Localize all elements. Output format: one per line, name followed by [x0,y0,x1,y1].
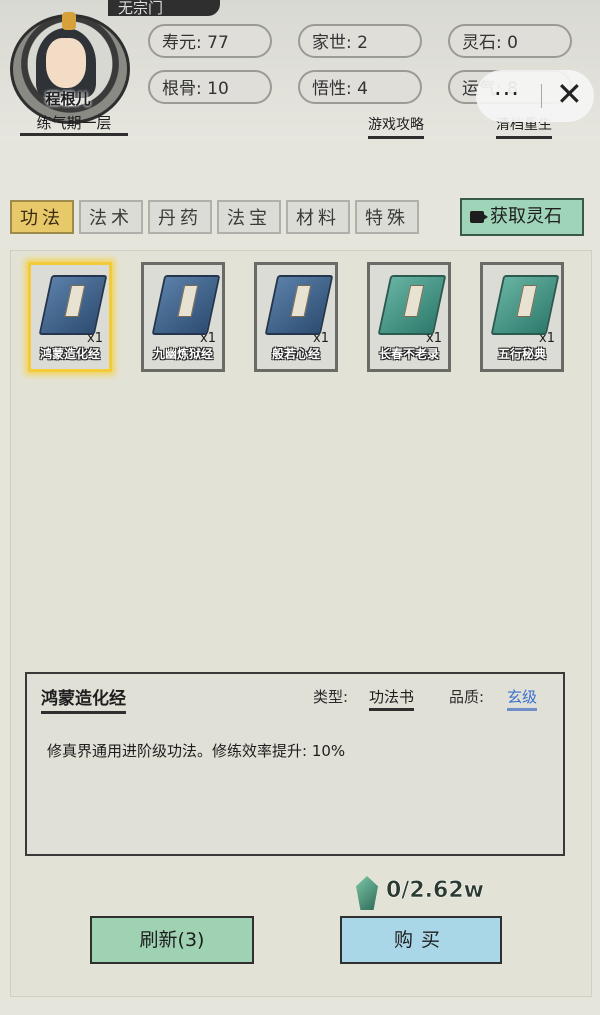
quality-value: 玄级 [507,686,538,711]
book-cover-label [516,285,538,317]
book-cover-label [290,285,312,317]
get-spirit-stone-label: 获取灵石 [490,206,562,227]
book-cover-label [403,285,425,317]
type-label: 类型: [313,688,349,706]
game-guide-link[interactable]: 游戏攻略 [368,114,424,139]
item-name: 长春不老录 [378,347,439,361]
quality-label: 品质: [449,688,485,706]
capsule-controls: ··· ✕ [476,70,594,122]
more-icon[interactable]: ··· [494,80,520,108]
book-blue-icon [38,275,108,335]
item-name: 九幽炼狱经 [152,347,213,361]
item-qty: x1 [200,331,216,346]
book-blue-icon [264,275,334,335]
tab-danyao[interactable]: 丹药 [148,200,212,234]
item-slot[interactable]: x1 九幽炼狱经 [141,262,225,372]
book-teal-icon [490,275,560,335]
tab-cailiao[interactable]: 材料 [286,200,350,234]
item-qty: x1 [87,331,103,346]
item-description: 修真界通用进阶级功法。修练效率提升: 10% [47,742,346,760]
item-name: 般若心经 [271,347,320,361]
item-slot[interactable]: x1 般若心经 [254,262,338,372]
item-qty: x1 [313,331,329,346]
stat-root-bone: 根骨: 10 [148,70,272,104]
item-slot[interactable]: x1 五行秘典 [480,262,564,372]
item-name: 五行秘典 [497,347,546,361]
cultivation-realm: 练气期一层 [20,112,128,136]
item-qty: x1 [426,331,442,346]
book-teal-icon [377,275,447,335]
stat-comprehension: 悟性: 4 [298,70,422,104]
video-icon [470,211,488,223]
close-icon[interactable]: ✕ [556,76,583,112]
tab-gongfa[interactable]: 功法 [10,200,74,234]
get-spirit-stone-button[interactable]: 获取灵石 [460,198,584,236]
price-display: 0/2.62w [386,878,484,904]
tab-fabao[interactable]: 法宝 [217,200,281,234]
detail-item-name: 鸿蒙造化经 [41,684,126,714]
stat-spirit-stone: 灵石: 0 [448,24,572,58]
item-detail-panel: 鸿蒙造化经 类型: 功法书 品质: 玄级 修真界通用进阶级功法。修练效率提升: … [25,672,565,856]
item-qty: x1 [539,331,555,346]
buy-button[interactable]: 购买 [340,916,502,964]
avatar-face [46,38,86,88]
book-blue-icon [151,275,221,335]
character-name: 程根儿 [45,90,91,108]
item-slot[interactable]: x1 长春不老录 [367,262,451,372]
stat-family: 家世: 2 [298,24,422,58]
item-slot[interactable]: x1 鸿蒙造化经 [28,262,112,372]
book-cover-label [64,285,86,317]
capsule-divider [541,84,542,108]
type-value: 功法书 [369,686,415,711]
crown-icon [62,12,76,30]
stat-lifespan: 寿元: 77 [148,24,272,58]
book-cover-label [177,285,199,317]
item-name: 鸿蒙造化经 [39,347,100,361]
tab-teshu[interactable]: 特殊 [355,200,419,234]
tab-fashu[interactable]: 法术 [79,200,143,234]
refresh-button[interactable]: 刷新(3) [90,916,254,964]
